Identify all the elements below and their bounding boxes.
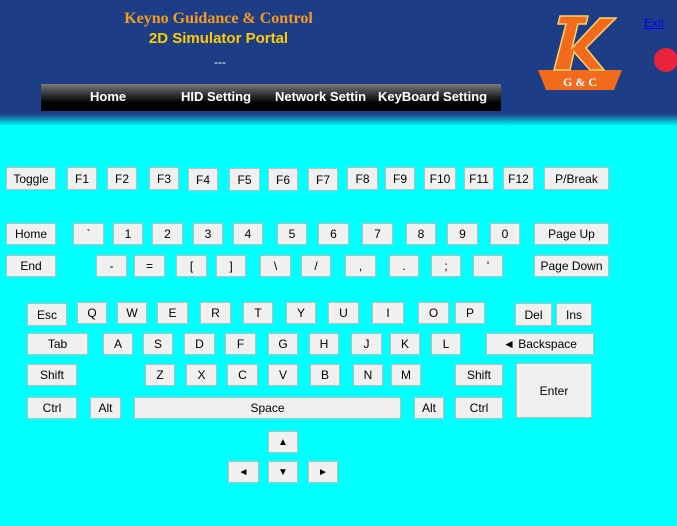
key-a[interactable]: A — [103, 333, 133, 355]
key-ctrl-left[interactable]: Ctrl — [27, 397, 77, 419]
key-f4[interactable]: F4 — [188, 168, 218, 191]
key-f5[interactable]: F5 — [229, 168, 260, 191]
key-n[interactable]: N — [353, 364, 383, 386]
key-f10[interactable]: F10 — [424, 167, 456, 190]
key-comma[interactable]: , — [345, 255, 376, 277]
key-alt-right[interactable]: Alt — [414, 397, 444, 419]
key-u[interactable]: U — [328, 302, 359, 324]
key-esc[interactable]: Esc — [27, 303, 67, 326]
portal-title: Keyno Guidance & Control — [124, 10, 313, 27]
key-home[interactable]: Home — [6, 223, 56, 245]
key-delete[interactable]: Del — [515, 303, 552, 326]
key-p[interactable]: P — [455, 302, 485, 324]
header-separator: --- — [214, 55, 226, 69]
nav-keyboard-setting[interactable]: KeyBoard Setting — [378, 89, 487, 104]
key-c[interactable]: C — [227, 364, 258, 386]
key-k[interactable]: K — [390, 333, 420, 355]
key-alt-left[interactable]: Alt — [90, 397, 121, 419]
key-f1[interactable]: F1 — [67, 167, 97, 190]
key-backtick[interactable]: ` — [73, 223, 104, 245]
key-f9[interactable]: F9 — [385, 167, 415, 190]
key-semicolon[interactable]: ; — [431, 255, 461, 277]
key-right-bracket[interactable]: ] — [216, 255, 246, 277]
key-h[interactable]: H — [309, 333, 339, 355]
key-tab[interactable]: Tab — [27, 333, 88, 355]
key-arrow-left[interactable]: ◄ — [228, 461, 259, 483]
key-1[interactable]: 1 — [113, 223, 143, 245]
key-o[interactable]: O — [418, 302, 449, 324]
key-y[interactable]: Y — [286, 302, 316, 324]
key-l[interactable]: L — [431, 333, 461, 355]
key-insert[interactable]: Ins — [556, 303, 592, 326]
key-quote[interactable]: ' — [473, 255, 503, 277]
key-toggle[interactable]: Toggle — [6, 167, 56, 190]
key-f8[interactable]: F8 — [347, 167, 378, 190]
key-x[interactable]: X — [186, 364, 217, 386]
key-space[interactable]: Space — [134, 397, 401, 419]
company-logo: G & C — [538, 15, 622, 90]
key-5[interactable]: 5 — [277, 223, 307, 245]
key-ctrl-right[interactable]: Ctrl — [455, 397, 503, 419]
key-3[interactable]: 3 — [193, 223, 223, 245]
key-f2[interactable]: F2 — [107, 167, 137, 190]
key-page-down[interactable]: Page Down — [534, 255, 609, 277]
key-left-bracket[interactable]: [ — [176, 255, 207, 277]
key-backspace[interactable]: ◄ Backspace — [486, 333, 594, 355]
key-f11[interactable]: F11 — [464, 167, 494, 190]
nav-network-setting[interactable]: Network Settin — [275, 89, 366, 104]
key-q[interactable]: Q — [77, 302, 107, 324]
key-end[interactable]: End — [6, 255, 56, 277]
logo-text: G & C — [563, 75, 597, 89]
key-f12[interactable]: F12 — [503, 167, 534, 190]
key-7[interactable]: 7 — [362, 223, 393, 245]
key-0[interactable]: 0 — [490, 223, 520, 245]
key-f6[interactable]: F6 — [268, 168, 298, 191]
nav-home[interactable]: Home — [90, 89, 126, 104]
key-j[interactable]: J — [351, 333, 382, 355]
key-v[interactable]: V — [268, 364, 298, 386]
key-slash[interactable]: / — [301, 255, 331, 277]
key-pause-break[interactable]: P/Break — [544, 167, 609, 190]
key-f[interactable]: F — [225, 333, 256, 355]
key-r[interactable]: R — [200, 302, 231, 324]
key-e[interactable]: E — [157, 302, 188, 324]
key-6[interactable]: 6 — [318, 223, 349, 245]
key-f3[interactable]: F3 — [149, 167, 179, 190]
key-d[interactable]: D — [184, 333, 215, 355]
key-minus[interactable]: - — [96, 255, 127, 277]
key-arrow-right[interactable]: ► — [308, 461, 338, 483]
key-arrow-up[interactable]: ▲ — [268, 431, 298, 453]
portal-subtitle: 2D Simulator Portal — [148, 30, 289, 47]
key-page-up[interactable]: Page Up — [534, 223, 609, 245]
key-shift-left[interactable]: Shift — [27, 364, 77, 386]
key-f7[interactable]: F7 — [308, 168, 338, 191]
header-fade — [0, 114, 677, 126]
key-backslash[interactable]: \ — [260, 255, 291, 277]
key-9[interactable]: 9 — [447, 223, 478, 245]
key-m[interactable]: M — [391, 364, 421, 386]
key-4[interactable]: 4 — [233, 223, 263, 245]
key-arrow-down[interactable]: ▼ — [268, 461, 298, 483]
key-period[interactable]: . — [389, 255, 419, 277]
key-g[interactable]: G — [268, 333, 298, 355]
key-i[interactable]: I — [372, 302, 404, 324]
key-enter[interactable]: Enter — [516, 363, 592, 418]
status-dot — [654, 48, 677, 72]
key-t[interactable]: T — [243, 302, 273, 324]
key-8[interactable]: 8 — [406, 223, 436, 245]
key-equals[interactable]: = — [134, 255, 165, 277]
nav-hid-setting[interactable]: HID Setting — [181, 89, 251, 104]
key-z[interactable]: Z — [145, 364, 175, 386]
key-w[interactable]: W — [117, 302, 147, 324]
nav-bar: Home HID Setting Network Settin KeyBoard… — [41, 84, 501, 111]
key-2[interactable]: 2 — [152, 223, 183, 245]
key-shift-right[interactable]: Shift — [455, 364, 503, 386]
key-b[interactable]: B — [310, 364, 340, 386]
exit-link[interactable]: Exit — [644, 16, 664, 30]
key-s[interactable]: S — [143, 333, 173, 355]
